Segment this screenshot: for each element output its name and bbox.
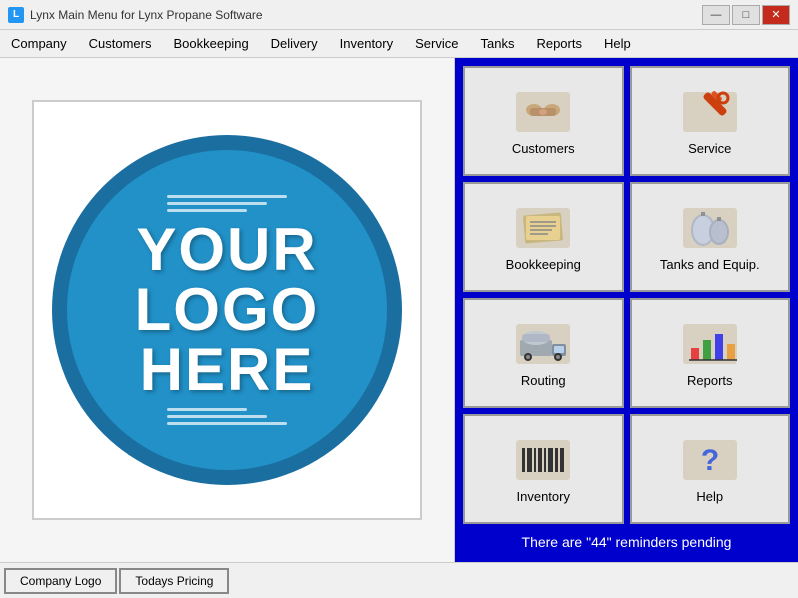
menu-customers[interactable]: Customers — [78, 30, 163, 57]
maximize-button[interactable]: □ — [732, 5, 760, 25]
bookkeeping-label: Bookkeeping — [506, 257, 581, 272]
logo-lines-bottom — [167, 408, 287, 425]
btn-bookkeeping[interactable]: Bookkeeping — [463, 182, 624, 292]
btn-reports[interactable]: Reports — [630, 298, 791, 408]
logo-line-4 — [167, 408, 247, 411]
reminder-text: There are "44" reminders pending — [463, 524, 790, 554]
close-button[interactable]: ✕ — [762, 5, 790, 25]
customers-icon — [513, 87, 573, 137]
btn-tanks[interactable]: Tanks and Equip. — [630, 182, 791, 292]
help-label: Help — [696, 489, 723, 504]
logo-circle-inner: YOURLOGOHERE — [67, 150, 387, 470]
logo-line-1 — [167, 195, 287, 198]
btn-inventory[interactable]: Inventory — [463, 414, 624, 524]
inventory-label: Inventory — [517, 489, 570, 504]
tanks-label: Tanks and Equip. — [660, 257, 760, 272]
menu-delivery[interactable]: Delivery — [260, 30, 329, 57]
btn-help[interactable]: ? Help — [630, 414, 791, 524]
main-content: YOURLOGOHERE — [0, 58, 798, 562]
menu-company[interactable]: Company — [0, 30, 78, 57]
window-controls: — □ ✕ — [702, 5, 790, 25]
app-icon: L — [8, 7, 24, 23]
service-label: Service — [688, 141, 731, 156]
left-panel: YOURLOGOHERE — [0, 58, 455, 562]
window-title: Lynx Main Menu for Lynx Propane Software — [30, 8, 702, 22]
btn-service[interactable]: Service — [630, 66, 791, 176]
logo-line-2 — [167, 202, 267, 205]
bottom-bar: Company Logo Todays Pricing — [0, 562, 798, 598]
menu-reports[interactable]: Reports — [525, 30, 593, 57]
menu-help[interactable]: Help — [593, 30, 642, 57]
bookkeeping-icon — [513, 203, 573, 253]
btn-routing[interactable]: Routing — [463, 298, 624, 408]
menu-inventory[interactable]: Inventory — [329, 30, 404, 57]
routing-label: Routing — [521, 373, 566, 388]
menu-bookkeeping[interactable]: Bookkeeping — [163, 30, 260, 57]
menu-service[interactable]: Service — [404, 30, 469, 57]
right-panel: Customers Service — [455, 58, 798, 562]
todays-pricing-button[interactable]: Todays Pricing — [119, 568, 229, 594]
grid-buttons: Customers Service — [463, 66, 790, 524]
menu-tanks[interactable]: Tanks — [469, 30, 525, 57]
svg-text:?: ? — [701, 444, 719, 477]
service-icon — [680, 87, 740, 137]
reports-label: Reports — [687, 373, 733, 388]
title-bar: L Lynx Main Menu for Lynx Propane Softwa… — [0, 0, 798, 30]
logo-line-3 — [167, 209, 247, 212]
logo-lines-top — [167, 195, 287, 212]
minimize-button[interactable]: — — [702, 5, 730, 25]
routing-icon — [513, 319, 573, 369]
logo-circle-outer: YOURLOGOHERE — [52, 135, 402, 485]
logo-line-6 — [167, 422, 287, 425]
btn-customers[interactable]: Customers — [463, 66, 624, 176]
inventory-icon — [513, 435, 573, 485]
reports-icon — [680, 319, 740, 369]
help-icon: ? — [680, 435, 740, 485]
tanks-icon — [680, 203, 740, 253]
customers-label: Customers — [512, 141, 575, 156]
logo-container: YOURLOGOHERE — [32, 100, 422, 520]
company-logo-button[interactable]: Company Logo — [4, 568, 117, 594]
logo-text: YOURLOGOHERE — [135, 220, 320, 400]
logo-line-5 — [167, 415, 267, 418]
menu-bar: Company Customers Bookkeeping Delivery I… — [0, 30, 798, 58]
